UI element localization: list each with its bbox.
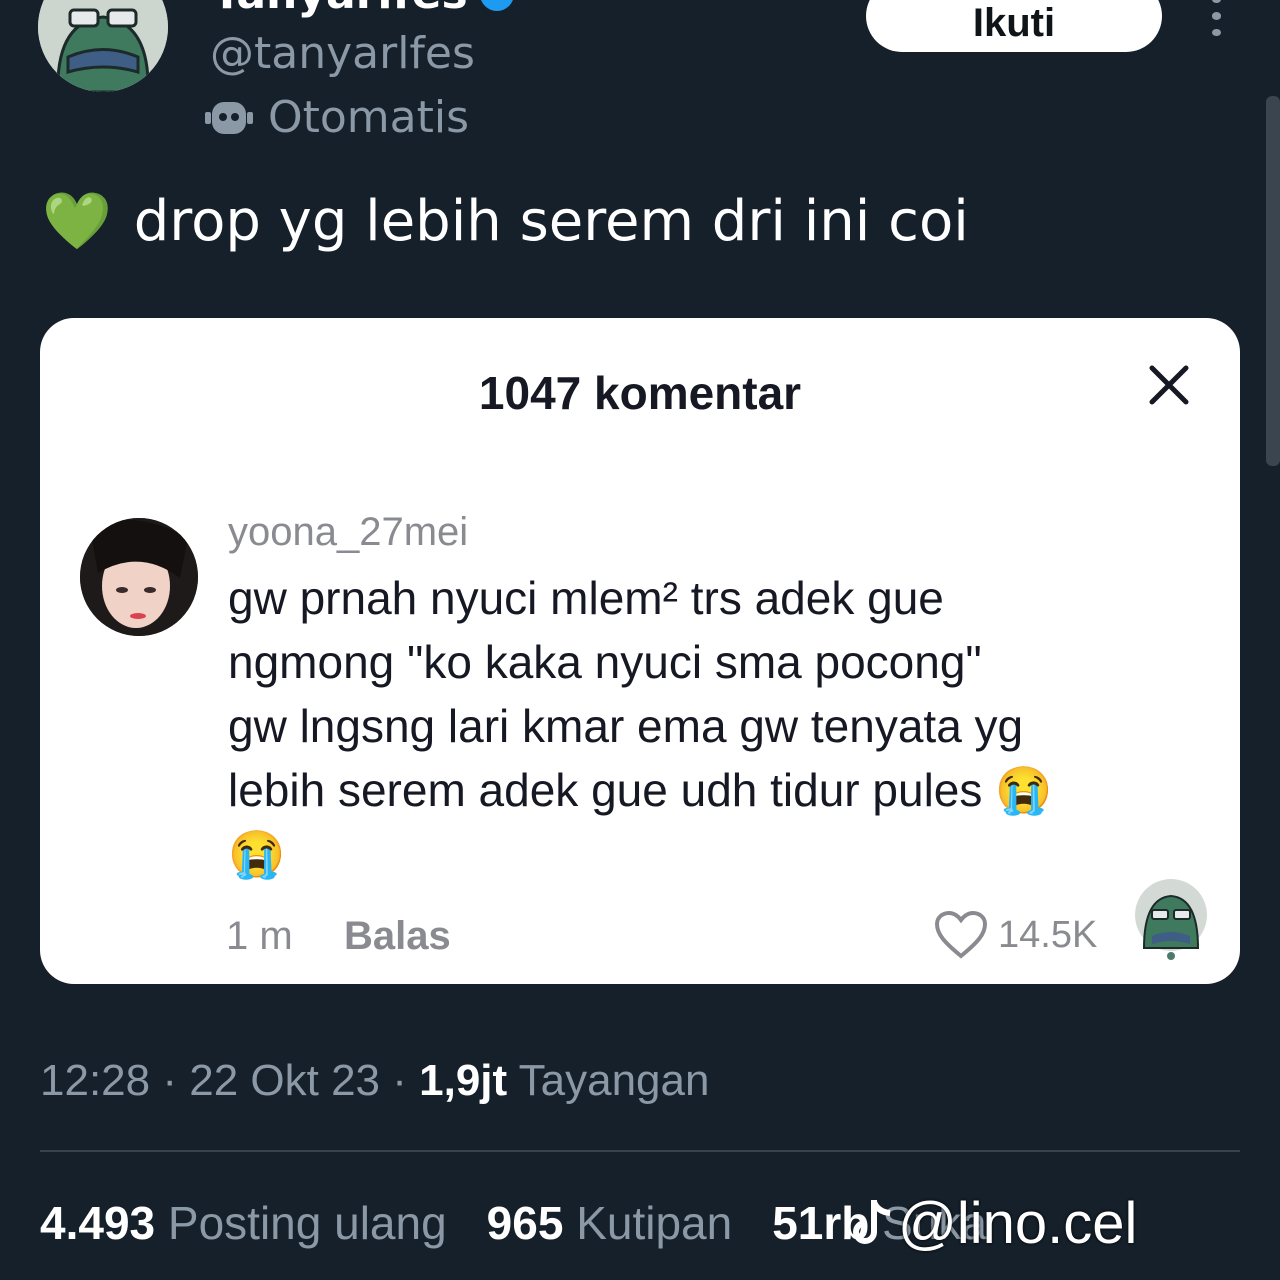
tweet-meta: 12:28 · 22 Okt 23 · 1,9jt Tayangan [40,1056,709,1106]
quotes-label: Kutipan [576,1197,733,1249]
divider [40,1150,1240,1152]
author-display-name[interactable]: Tanyarlfes [212,0,514,19]
follow-button[interactable]: Ikuti [866,0,1162,52]
tweet-stats: 4.493 Posting ulang 965 Kutipan 51rb Suk… [40,1196,987,1250]
comment-time: 1 m [226,914,293,958]
green-heart-emoji: 💚 [42,189,112,254]
heart-icon [934,910,988,959]
display-name-text: Tanyarlfes [212,0,468,19]
commenter-username[interactable]: yoona_27mei [228,510,468,555]
commenter-avatar[interactable] [80,518,198,636]
quotes-count: 965 [486,1197,564,1249]
tweet-date[interactable]: 22 Okt 23 [189,1056,380,1105]
comment-like-button[interactable]: 14.5K [934,910,1097,960]
watermark-text: @lino.cel [898,1191,1138,1256]
verified-badge-icon [479,0,514,11]
sad-frog-avatar-icon [38,0,168,92]
creator-avatar-icon[interactable] [1134,878,1208,960]
more-vertical-icon[interactable] [1204,0,1228,36]
reply-button[interactable]: Balas [344,914,451,959]
reposts-label: Posting ulang [167,1197,447,1249]
avatar-photo [80,518,198,636]
tweet-body: 💚 drop yg lebih serem dri ini coi [42,188,969,255]
automated-text: Otomatis [268,92,470,143]
reposts-stat[interactable]: 4.493 Posting ulang [40,1196,447,1250]
author-avatar[interactable] [38,0,168,92]
comment-text: gw prnah nyuci mlem² trs adek gue ngmong… [228,572,1053,880]
tweet-time[interactable]: 12:28 [40,1056,150,1105]
close-icon[interactable] [1146,362,1192,408]
views-count: 1,9jt [419,1056,508,1105]
meta-separator: · [162,1056,190,1105]
robot-icon [205,101,253,134]
comments-title: 1047 komentar [478,367,802,419]
tweet-text: drop yg lebih serem dri ini coi [133,188,969,254]
tweet-header: Tanyarlfes @tanyarlfes Otomatis Ikuti [0,0,1280,160]
quotes-stat[interactable]: 965 Kutipan [487,1196,733,1250]
tiktok-icon [853,1199,891,1244]
meta-separator: · [392,1056,420,1105]
automated-account-label: Otomatis [204,92,469,143]
author-handle[interactable]: @tanyarlfes [210,28,475,79]
reposts-count: 4.493 [40,1197,156,1249]
tiktok-watermark: @lino.cel [848,1190,1137,1257]
comment-like-count: 14.5K [998,913,1098,956]
views-label: Tayangan [518,1056,710,1105]
